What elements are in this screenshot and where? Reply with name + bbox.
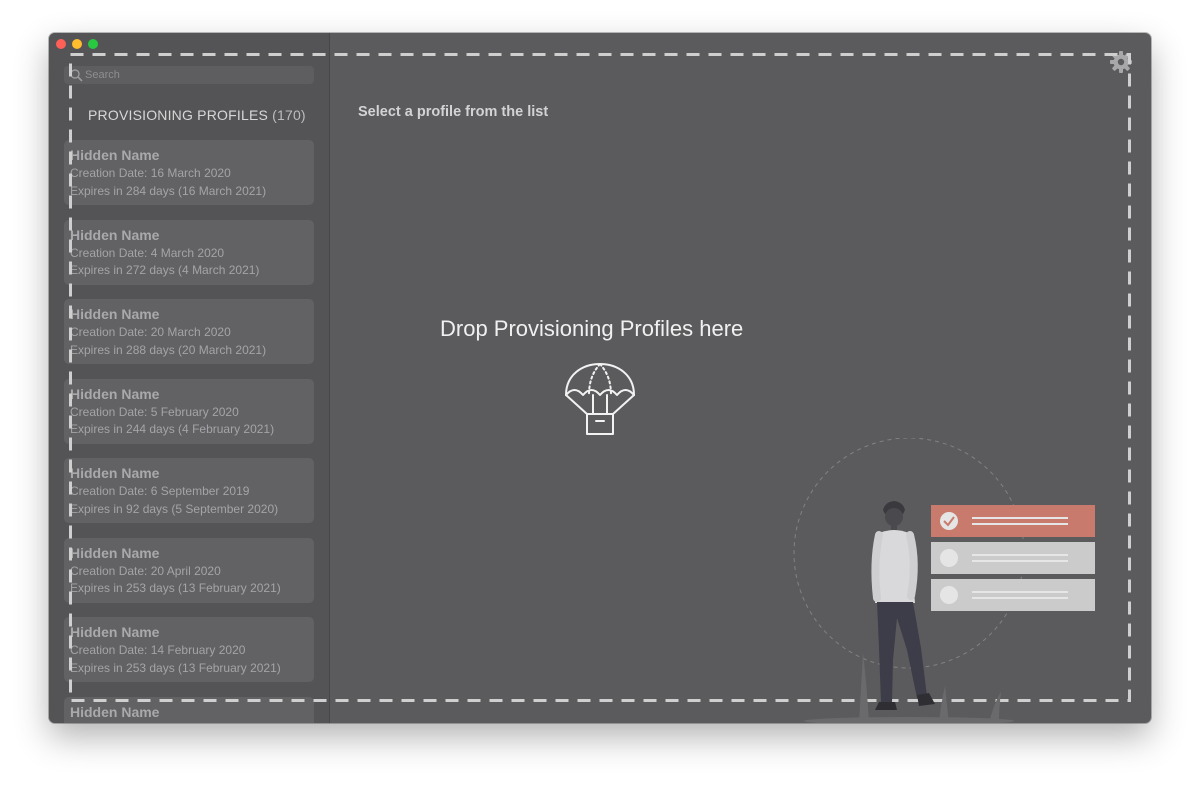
person-checklist-illustration [793, 438, 1095, 723]
window-controls [56, 39, 98, 49]
profile-expiry: Expires in 92 days (5 September 2020) [70, 501, 279, 516]
profile-expiry: Expires in 288 days (20 March 2021) [70, 342, 267, 357]
profiles-count: (170) [272, 107, 306, 123]
profile-creation-date: Creation Date: 14 February 2020 [70, 643, 246, 657]
profile-creation-date: Creation Date: 20 March 2020 [70, 325, 231, 339]
profile-name: Hidden Name [70, 385, 160, 402]
profile-card[interactable]: Hidden Name Creation Date: 6 September 2… [64, 458, 314, 523]
minimize-window-button[interactable] [72, 39, 82, 49]
section-title-label: PROVISIONING PROFILES [88, 107, 269, 123]
profile-expiry: Expires in 284 days (16 March 2021) [70, 183, 267, 198]
profile-creation-date: Creation Date: 4 March 2020 [70, 245, 225, 260]
page-title: Select a profile from the list [358, 104, 549, 120]
profile-expiry: Expires in 253 days (13 February 2021) [70, 581, 281, 595]
maximize-window-button[interactable] [88, 39, 98, 49]
profile-name: Hidden Name [70, 703, 160, 720]
profile-expiry: Expires in 253 days (13 February 2021) [70, 660, 281, 675]
parachute-box-icon [565, 363, 635, 435]
drop-zone-label: Drop Provisioning Profiles here [440, 316, 744, 341]
profile-card[interactable]: Hidden Name Creation Date: 14 February 2… [64, 617, 314, 682]
close-window-button[interactable] [56, 39, 66, 49]
profile-creation-date: Creation Date: 6 September 2019 [70, 484, 250, 498]
profile-name: Hidden Name [70, 147, 160, 163]
profile-name: Hidden Name [70, 544, 160, 561]
profile-name: Hidden Name [70, 624, 160, 640]
profiles-section-title: PROVISIONING PROFILES (170) [88, 107, 306, 123]
search-icon [70, 69, 83, 82]
profile-name: Hidden Name [70, 465, 160, 481]
profile-expiry: Expires in 244 days (4 February 2021) [70, 422, 275, 436]
profile-name: Hidden Name [70, 226, 160, 243]
profile-creation-date: Creation Date: 20 April 2020 [70, 563, 221, 578]
profile-card[interactable]: Hidden Name Creation Date: 20 March 2020… [64, 299, 314, 364]
profile-expiry: Expires in 272 days (4 March 2021) [70, 263, 260, 277]
search-box[interactable] [64, 66, 314, 84]
sidebar: PROVISIONING PROFILES (170) Hidden Name … [49, 33, 330, 723]
app-window: PROVISIONING PROFILES (170) Hidden Name … [49, 33, 1151, 723]
profile-card[interactable]: Hidden Name Creation Date: 16 March 2020… [64, 140, 314, 205]
profile-card[interactable]: Hidden Name Creation Date: 20 April 2020… [64, 537, 314, 603]
gear-icon[interactable] [1109, 50, 1133, 74]
profile-card[interactable]: Hidden Name Creation Date: 5 February 20… [64, 378, 314, 444]
profile-creation-date: Creation Date: 5 February 2020 [70, 404, 239, 419]
profile-creation-date: Creation Date: 16 March 2020 [70, 166, 231, 180]
profile-card[interactable]: Hidden Name Creation Date: 4 March 2020 … [64, 219, 314, 285]
profile-list: Hidden Name Creation Date: 16 March 2020… [64, 140, 314, 723]
profile-name: Hidden Name [70, 306, 160, 322]
search-input[interactable] [83, 67, 305, 83]
profile-card[interactable]: Hidden Name [64, 696, 314, 723]
